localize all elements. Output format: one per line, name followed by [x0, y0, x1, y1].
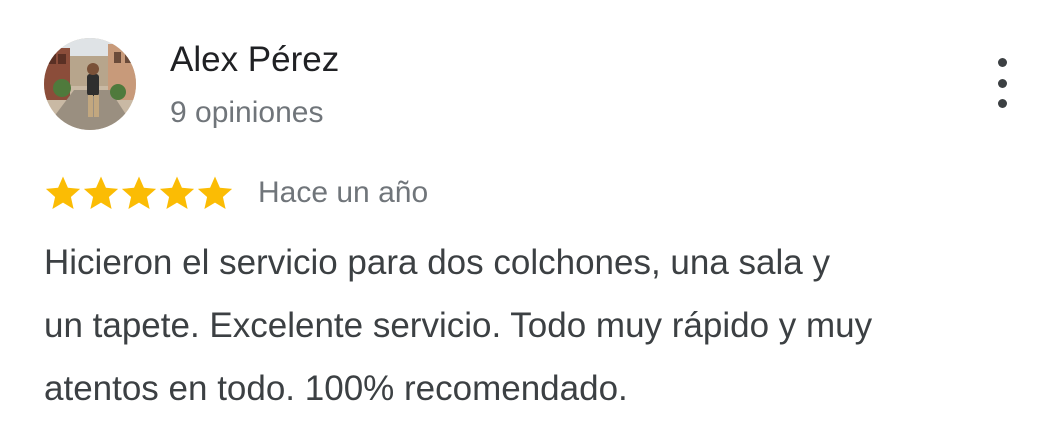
star-rating: [44, 174, 234, 212]
star-icon: [45, 176, 81, 209]
user-photo-avatar-icon: [44, 38, 136, 130]
review-card: Alex Pérez 9 opiniones Hace un año Hicie…: [0, 0, 1049, 441]
author-name[interactable]: Alex Pérez: [170, 38, 339, 82]
star-icon: [121, 176, 157, 209]
star-icon: [83, 176, 119, 209]
more-vert-icon: [997, 58, 1007, 67]
star-icon: [159, 176, 195, 209]
review-text-line: Hicieron el servicio para dos colchones,…: [44, 243, 830, 282]
more-vert-icon-dot: [997, 99, 1007, 108]
author-review-count: 9 opiniones: [170, 96, 324, 129]
avatar[interactable]: [44, 38, 136, 130]
review-text-line: un tapete. Excelente servicio. Todo muy …: [44, 306, 873, 345]
more-options-button[interactable]: [984, 58, 1020, 108]
star-icon: [197, 176, 233, 209]
more-vert-icon-dot: [997, 78, 1007, 88]
rating-row: Hace un año: [44, 172, 428, 214]
review-date: Hace un año: [258, 176, 429, 209]
review-text-line: atentos en todo. 100% recomendado.: [44, 369, 628, 408]
review-text: Hicieron el servicio para dos colchones,…: [44, 231, 994, 420]
